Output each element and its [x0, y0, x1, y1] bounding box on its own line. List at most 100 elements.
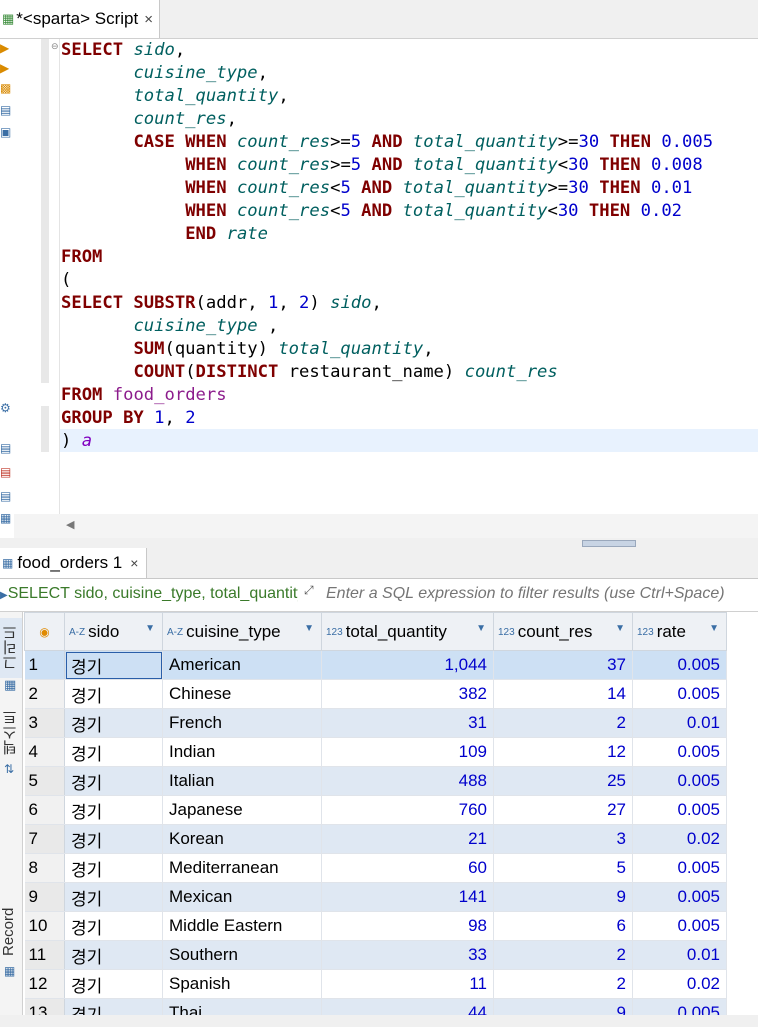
sort-dropdown-icon[interactable]: ▼	[145, 623, 155, 634]
code-line[interactable]: GROUP BY 1, 2	[61, 407, 713, 430]
table-row[interactable]: 9 경기 Mexican 141 9 0.005	[24, 882, 727, 912]
code-line[interactable]: FROM food_orders	[61, 384, 713, 407]
code-line[interactable]: (	[61, 269, 713, 292]
table-cell[interactable]: 0.005	[632, 853, 727, 883]
table-cell[interactable]: 경기	[64, 708, 163, 738]
table-cell[interactable]: 0.02	[632, 824, 727, 854]
table-cell[interactable]: 0.005	[632, 998, 727, 1015]
table-cell[interactable]: Mediterranean	[162, 853, 322, 883]
row-number[interactable]: 13	[24, 998, 65, 1015]
table-cell[interactable]: 31	[321, 708, 494, 738]
table-cell[interactable]: 44	[321, 998, 494, 1015]
table-row[interactable]: 10 경기 Middle Eastern 98 6 0.005	[24, 911, 727, 941]
table-cell[interactable]: 0.005	[632, 795, 727, 825]
table-cell[interactable]: 33	[321, 940, 494, 970]
code-line[interactable]: total_quantity,	[61, 85, 713, 108]
sort-dropdown-icon[interactable]: ▼	[615, 623, 625, 634]
table-row[interactable]: 3 경기 French 31 2 0.01	[24, 708, 727, 738]
table-cell[interactable]: 0.005	[632, 679, 727, 709]
table-cell[interactable]: 경기	[64, 853, 163, 883]
execute-icon[interactable]: ▶	[0, 41, 9, 55]
close-results-tab-icon[interactable]: ×	[130, 555, 138, 571]
table-cell[interactable]: 2	[493, 940, 633, 970]
row-number[interactable]: 4	[24, 737, 65, 767]
table-cell[interactable]: 0.02	[632, 969, 727, 999]
table-cell[interactable]: 60	[321, 853, 494, 883]
execute-new-tab-icon[interactable]: ▶	[0, 61, 9, 75]
row-number[interactable]: 8	[24, 853, 65, 883]
table-cell[interactable]: 경기	[64, 911, 163, 941]
table-cell[interactable]: Spanish	[162, 969, 322, 999]
table-cell[interactable]: 0.005	[632, 766, 727, 796]
table-cell[interactable]: 경기	[64, 737, 163, 767]
table-cell[interactable]: 경기	[64, 679, 163, 709]
sql-code[interactable]: SELECT sido, cuisine_type, total_quantit…	[61, 39, 713, 453]
table-row[interactable]: 6 경기 Japanese 760 27 0.005	[24, 795, 727, 825]
table-row[interactable]: 5 경기 Italian 488 25 0.005	[24, 766, 727, 796]
table-cell[interactable]: 2	[493, 708, 633, 738]
table-cell[interactable]: 98	[321, 911, 494, 941]
code-line[interactable]: WHEN count_res<5 AND total_quantity<30 T…	[61, 200, 713, 223]
grid-view-tab[interactable]: 그리드	[0, 618, 22, 678]
table-cell[interactable]: Korean	[162, 824, 322, 854]
table-cell[interactable]: 37	[493, 650, 633, 680]
table-row[interactable]: 7 경기 Korean 21 3 0.02	[24, 824, 727, 854]
explain-plan-icon[interactable]: ▤	[0, 103, 11, 117]
row-number[interactable]: 5	[24, 766, 65, 796]
row-number[interactable]: 10	[24, 911, 65, 941]
table-cell[interactable]: 21	[321, 824, 494, 854]
code-line[interactable]: SUM(quantity) total_quantity,	[61, 338, 713, 361]
row-number[interactable]: 7	[24, 824, 65, 854]
table-cell[interactable]: 경기	[64, 882, 163, 912]
table-row[interactable]: 4 경기 Indian 109 12 0.005	[24, 737, 727, 767]
column-header-cuisine_type[interactable]: A-Z cuisine_type ▼	[162, 612, 322, 651]
table-cell[interactable]: 0.01	[632, 940, 727, 970]
expand-filter-icon[interactable]: ⤢	[304, 583, 314, 598]
settings-icon[interactable]: ⚙	[0, 401, 11, 415]
row-number[interactable]: 2	[24, 679, 65, 709]
table-cell[interactable]: 6	[493, 911, 633, 941]
script-tab[interactable]: ▦ *<sparta> Script ×	[0, 0, 160, 38]
row-number[interactable]: 9	[24, 882, 65, 912]
table-cell[interactable]: 경기	[64, 766, 163, 796]
table-cell[interactable]: 0.005	[632, 911, 727, 941]
row-number[interactable]: 11	[24, 940, 65, 970]
table-cell[interactable]: Middle Eastern	[162, 911, 322, 941]
table-cell[interactable]: 25	[493, 766, 633, 796]
column-header-total_quantity[interactable]: 123 total_quantity ▼	[321, 612, 494, 651]
layout-icon[interactable]: ▦	[0, 511, 11, 525]
row-number[interactable]: 3	[24, 708, 65, 738]
code-line[interactable]: ) a	[61, 430, 713, 453]
sort-dropdown-icon[interactable]: ▼	[304, 623, 314, 634]
scroll-left-icon[interactable]: ◀	[66, 518, 74, 531]
table-cell[interactable]: 2	[493, 969, 633, 999]
table-cell[interactable]: 0.005	[632, 650, 727, 680]
sort-dropdown-icon[interactable]: ▼	[476, 623, 486, 634]
table-cell[interactable]: Indian	[162, 737, 322, 767]
table-cell[interactable]: 3	[493, 824, 633, 854]
filter-input[interactable]	[326, 585, 758, 603]
row-number[interactable]: 6	[24, 795, 65, 825]
table-row[interactable]: 1 경기 American 1,044 37 0.005	[24, 650, 727, 680]
results-grid[interactable]: ◉ A-Z sido ▼ A-Z cuisine_type ▼ 123 total_qua…	[24, 612, 758, 1015]
table-cell[interactable]: 5	[493, 853, 633, 883]
code-line[interactable]: COUNT(DISTINCT restaurant_name) count_re…	[61, 361, 713, 384]
table-cell[interactable]: 27	[493, 795, 633, 825]
table-cell[interactable]: 9	[493, 882, 633, 912]
table-cell[interactable]: 12	[493, 737, 633, 767]
table-cell[interactable]: Chinese	[162, 679, 322, 709]
results-tab[interactable]: ▦ food_orders 1 ×	[0, 548, 148, 578]
splitter-grip[interactable]	[582, 540, 636, 547]
table-cell[interactable]: 141	[321, 882, 494, 912]
code-line[interactable]: count_res,	[61, 108, 713, 131]
table-cell[interactable]: 1,044	[321, 650, 494, 680]
panel-splitter[interactable]	[0, 538, 758, 548]
import-icon[interactable]: ▤	[0, 465, 11, 479]
table-row[interactable]: 8 경기 Mediterranean 60 5 0.005	[24, 853, 727, 883]
code-line[interactable]: SELECT SUBSTR(addr, 1, 2) sido,	[61, 292, 713, 315]
table-cell[interactable]: Italian	[162, 766, 322, 796]
code-line[interactable]: WHEN count_res<5 AND total_quantity>=30 …	[61, 177, 713, 200]
table-cell[interactable]: Thai	[162, 998, 322, 1015]
table-cell[interactable]: American	[162, 650, 322, 680]
table-cell[interactable]: 0.01	[632, 708, 727, 738]
